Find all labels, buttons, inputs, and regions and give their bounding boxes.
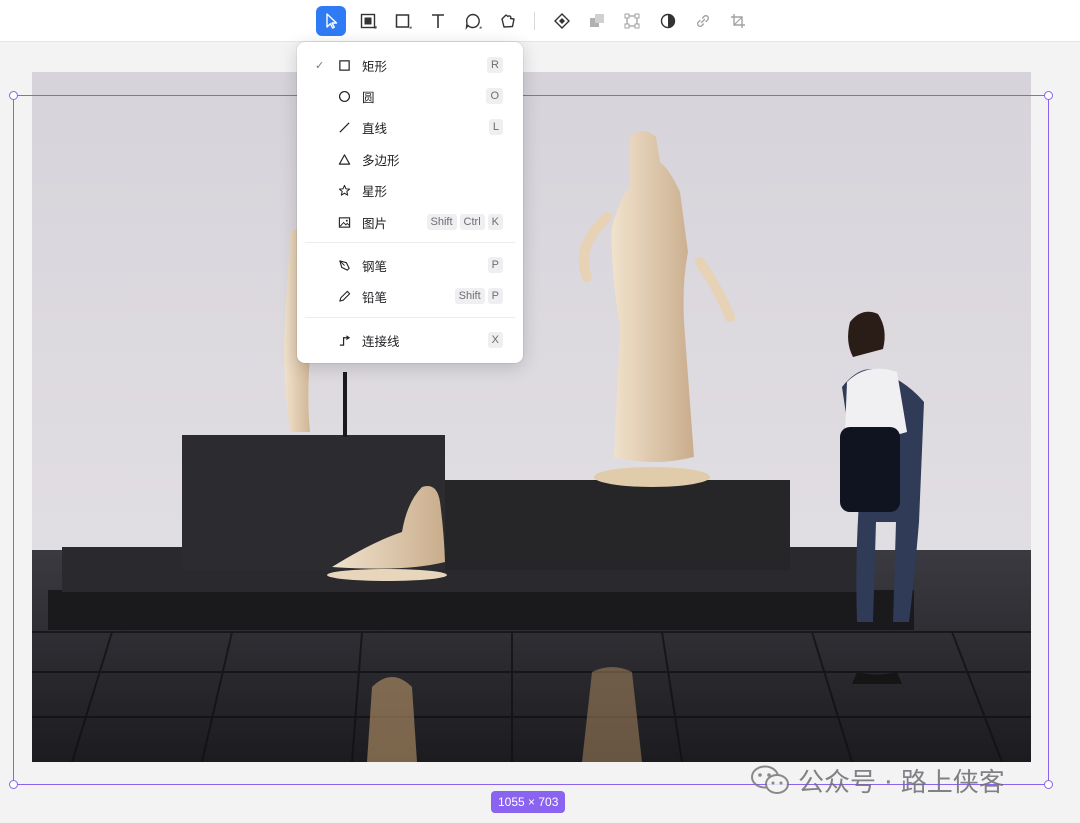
cursor-arrow-icon	[326, 13, 338, 29]
shortcut-key: Shift	[426, 214, 457, 230]
frame-icon	[360, 13, 377, 29]
crop-tool-button[interactable]	[723, 6, 753, 36]
shortcut-key: X	[487, 332, 503, 348]
menu-item-star[interactable]: 星形	[297, 175, 523, 205]
menu-item-label: 矩形	[362, 58, 388, 74]
star-icon	[337, 183, 351, 197]
boolean-squares-icon	[590, 14, 604, 27]
shape-tools-menu: ✓ 矩形 R 圆 O 直线 L 多边形 星形 图片 Shift Ctrl K 钢…	[297, 42, 523, 363]
menu-item-label: 圆	[362, 89, 375, 105]
check-icon: ✓	[315, 58, 325, 72]
transform-box-icon	[624, 13, 640, 29]
top-toolbar	[0, 0, 1080, 42]
menu-item-label: 星形	[362, 183, 388, 199]
resize-handle-bottom-right[interactable]	[1044, 780, 1053, 789]
shortcut-key: P	[487, 257, 503, 273]
menu-item-rectangle[interactable]: ✓ 矩形 R	[297, 50, 523, 80]
selection-size-badge: 1055 × 703	[491, 791, 566, 813]
resize-handle-top-right[interactable]	[1044, 91, 1053, 100]
plugin-tool-button[interactable]	[493, 6, 523, 36]
half-circle-icon	[660, 13, 676, 29]
resize-handle-top-left[interactable]	[9, 91, 18, 100]
shortcut-key: Ctrl	[459, 214, 485, 230]
menu-item-circle[interactable]: 圆 O	[297, 81, 523, 111]
link-icon	[697, 15, 709, 27]
menu-item-pen[interactable]: 钢笔 P	[297, 250, 523, 280]
image-icon	[337, 215, 351, 229]
resize-handle-bottom-left[interactable]	[9, 780, 18, 789]
menu-item-label: 多边形	[362, 152, 400, 168]
link-tool-button[interactable]	[688, 6, 718, 36]
shortcut-key: P	[487, 288, 503, 304]
menu-item-pencil[interactable]: 铅笔 Shift P	[297, 281, 523, 311]
connector-icon	[337, 333, 351, 347]
pen-icon	[337, 258, 351, 272]
menu-item-line[interactable]: 直线 L	[297, 112, 523, 142]
move-tool-button[interactable]	[316, 6, 346, 36]
component-diamond-icon	[554, 13, 570, 29]
boolean-tool-button[interactable]	[582, 6, 612, 36]
contrast-tool-button[interactable]	[653, 6, 683, 36]
crop-icon	[731, 14, 745, 28]
component-tool-button[interactable]	[547, 6, 577, 36]
triangle-icon	[337, 152, 351, 166]
shortcut-key: O	[486, 88, 503, 104]
rectangle-icon	[395, 14, 412, 29]
frame-tool-button[interactable]	[353, 6, 383, 36]
menu-item-polygon[interactable]: 多边形	[297, 144, 523, 174]
menu-item-label: 图片	[362, 215, 388, 231]
shortcut-key: R	[487, 57, 503, 73]
menu-item-image[interactable]: 图片 Shift Ctrl K	[297, 207, 523, 237]
menu-item-label: 钢笔	[362, 258, 388, 274]
shortcut-key: Shift	[454, 288, 485, 304]
menu-divider	[305, 317, 515, 318]
statues-gallery-illustration	[32, 72, 1031, 762]
mask-tool-button[interactable]	[617, 6, 647, 36]
menu-item-connector[interactable]: 连接线 X	[297, 325, 523, 355]
museum-photo-image[interactable]	[32, 72, 1031, 762]
line-icon	[337, 120, 351, 134]
speech-bubble-icon	[465, 13, 482, 30]
circle-icon	[337, 89, 351, 103]
shortcut-key: K	[487, 214, 503, 230]
menu-item-label: 连接线	[362, 333, 400, 349]
pencil-icon	[337, 289, 351, 303]
comment-tool-button[interactable]	[458, 6, 488, 36]
puzzle-icon	[501, 14, 515, 28]
wechat-icon	[751, 765, 789, 794]
text-T-icon	[432, 14, 444, 28]
watermark: 公众号 · 路上侠客	[750, 762, 1005, 798]
menu-item-label: 直线	[362, 120, 388, 136]
text-tool-button[interactable]	[423, 6, 453, 36]
rectangle-icon	[337, 58, 351, 72]
shortcut-key: L	[488, 119, 503, 135]
toolbar-separator	[534, 12, 535, 30]
shape-tool-button[interactable]	[388, 6, 418, 36]
watermark-text: 公众号 · 路上侠客	[798, 767, 1005, 798]
menu-divider	[305, 242, 515, 243]
menu-item-label: 铅笔	[362, 289, 388, 305]
